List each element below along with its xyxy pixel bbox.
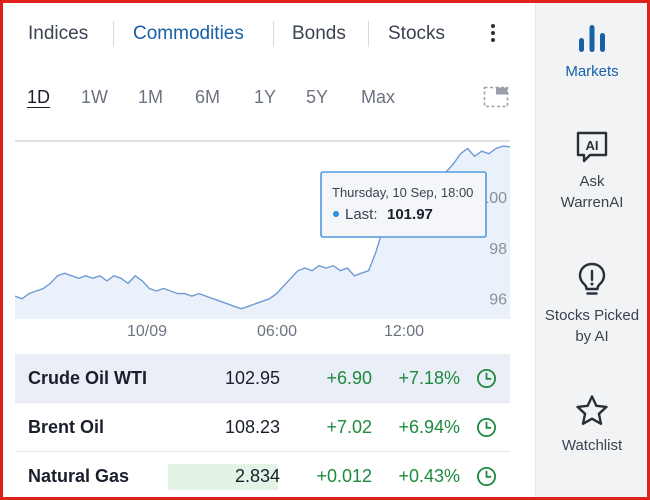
- sidebar-item-ask-warrenai[interactable]: AI Ask WarrenAI: [536, 129, 648, 213]
- fullscreen-icon[interactable]: [483, 86, 509, 108]
- y-tick-label: 98: [489, 241, 507, 258]
- sidebar-item-label: Markets: [565, 63, 619, 80]
- sidebar-item-label: Ask WarrenAI: [560, 173, 624, 211]
- price-change: +0.012: [316, 466, 372, 486]
- tooltip-dot: [333, 211, 339, 217]
- range-6m[interactable]: 6M: [195, 87, 220, 108]
- table-row[interactable]: Natural Gas 2.834 +0.012 +0.43%: [15, 452, 510, 497]
- more-options-icon[interactable]: [483, 21, 503, 49]
- price-change-percent: +6.94%: [398, 417, 460, 437]
- clock-icon: [476, 417, 497, 438]
- price-change-percent: +0.43%: [398, 466, 460, 486]
- lightbulb-icon: [578, 262, 606, 295]
- ai-chat-icon: AI: [576, 131, 608, 163]
- commodities-table: Crude Oil WTI 102.95 +6.90 +7.18% Brent …: [15, 354, 510, 497]
- svg-text:AI: AI: [586, 138, 599, 153]
- tab-commodities[interactable]: Commodities: [133, 23, 244, 45]
- range-1w[interactable]: 1W: [81, 87, 108, 108]
- y-tick-label: 96: [489, 292, 507, 309]
- clock-icon: [476, 368, 497, 389]
- sidebar-item-stocks-picked-by-ai[interactable]: Stocks Picked by AI: [536, 261, 648, 347]
- markets-panel: Indices Commodities Bonds Stocks 1D 1W 1…: [3, 3, 533, 497]
- tab-bonds[interactable]: Bonds: [292, 23, 346, 45]
- price-change: +7.02: [326, 417, 372, 437]
- tooltip-box: [320, 171, 487, 238]
- tooltip-value: 101.97: [387, 206, 433, 223]
- sidebar-item-markets[interactable]: Markets: [536, 21, 648, 82]
- last-price: 108.23: [224, 417, 280, 437]
- sidebar-nav: Markets AI Ask WarrenAI Stocks Picked by…: [535, 3, 647, 497]
- table-row[interactable]: Brent Oil 108.23 +7.02 +6.94%: [15, 403, 510, 452]
- star-icon: [576, 395, 608, 425]
- range-1m[interactable]: 1M: [138, 87, 163, 108]
- x-tick-label: 12:00: [384, 323, 424, 340]
- sidebar-item-label: Stocks Picked by AI: [544, 307, 640, 345]
- sidebar-item-label: Watchlist: [561, 437, 623, 454]
- range-max[interactable]: Max: [361, 87, 395, 108]
- time-range-selector: 1D 1W 1M 6M 1Y 5Y Max: [3, 83, 533, 117]
- bar-chart-icon: [579, 25, 605, 52]
- instrument-name: Crude Oil WTI: [28, 368, 147, 388]
- table-row[interactable]: Crude Oil WTI 102.95 +6.90 +7.18%: [15, 354, 510, 403]
- price-change: +6.90: [326, 368, 372, 388]
- chart-tooltip: Thursday, 10 Sep, 18:00 Last: 101.97: [320, 171, 487, 238]
- price-chart[interactable]: 9698100 10/09 06:00 12:00 Thursday, 10 Sep…: [15, 133, 510, 349]
- last-price: 102.95: [224, 368, 280, 388]
- tab-stocks[interactable]: Stocks: [388, 23, 445, 45]
- last-price: 2.834: [234, 466, 280, 486]
- range-1d[interactable]: 1D: [27, 87, 50, 108]
- clock-icon: [476, 466, 497, 487]
- x-tick-label: 06:00: [257, 323, 297, 340]
- sidebar-item-watchlist[interactable]: Watchlist: [536, 393, 648, 456]
- tooltip-date: Thursday, 10 Sep, 18:00: [332, 185, 473, 200]
- tab-indices[interactable]: Indices: [28, 23, 88, 45]
- tab-divider: [273, 21, 274, 47]
- tab-divider: [368, 21, 369, 47]
- price-change-percent: +7.18%: [398, 368, 460, 388]
- instrument-name: Brent Oil: [28, 417, 105, 437]
- tooltip-label: Last:: [345, 206, 378, 223]
- x-tick-label: 10/09: [127, 323, 167, 340]
- range-1y[interactable]: 1Y: [254, 87, 276, 108]
- range-5y[interactable]: 5Y: [306, 87, 328, 108]
- market-tabs: Indices Commodities Bonds Stocks: [3, 3, 533, 65]
- instrument-name: Natural Gas: [28, 466, 130, 486]
- tab-divider: [113, 21, 114, 47]
